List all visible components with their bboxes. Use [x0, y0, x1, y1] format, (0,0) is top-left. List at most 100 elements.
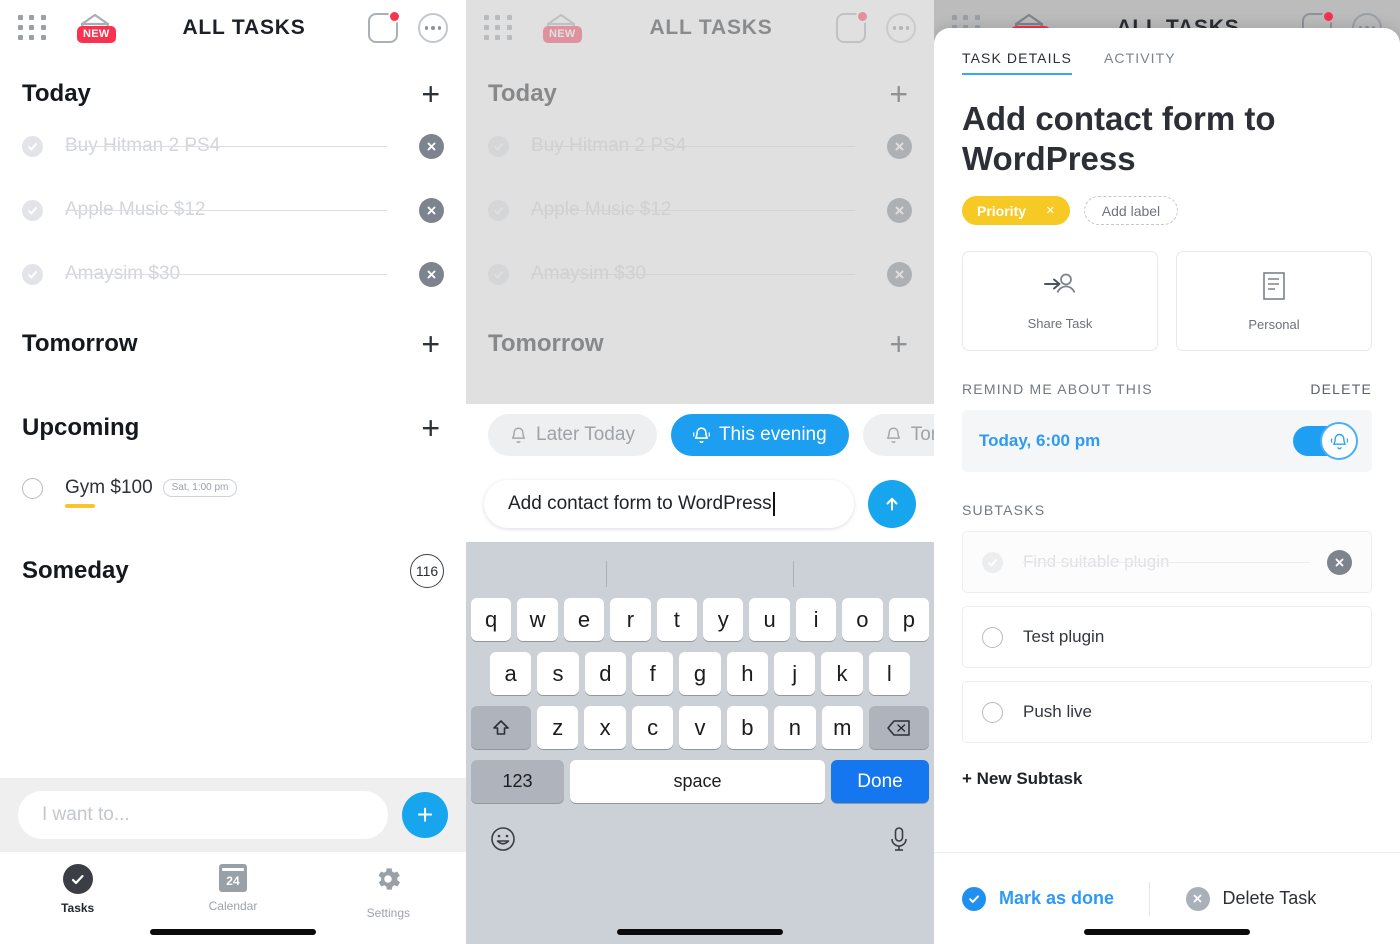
new-subtask-button[interactable]: + New Subtask — [962, 769, 1372, 789]
key-m[interactable]: m — [821, 706, 863, 749]
backspace-icon[interactable] — [868, 706, 930, 749]
key-d[interactable]: d — [584, 652, 626, 695]
task-row[interactable]: Apple Music $12 — [488, 178, 912, 242]
key-t[interactable]: t — [656, 598, 697, 641]
someday-count-badge[interactable]: 116 — [410, 554, 444, 588]
key-k[interactable]: k — [821, 652, 863, 695]
delete-task-button[interactable]: Delete Task — [1150, 886, 1373, 911]
subtask-row[interactable]: Find suitable plugin — [962, 531, 1372, 594]
grid-menu-icon[interactable] — [484, 15, 514, 41]
key-j[interactable]: j — [773, 652, 816, 695]
add-task-tomorrow-button[interactable]: + — [421, 328, 444, 360]
reminder-row[interactable]: Today, 6:00 pm — [962, 410, 1372, 473]
tab-tasks[interactable]: Tasks — [0, 864, 155, 915]
delete-task-button[interactable] — [419, 261, 444, 287]
task-checkbox-checked[interactable] — [22, 199, 43, 221]
task-checkbox-checked[interactable] — [488, 263, 509, 285]
key-e[interactable]: e — [563, 598, 605, 641]
task-checkbox-checked[interactable] — [22, 135, 43, 157]
key-a[interactable]: a — [490, 652, 532, 695]
key-o[interactable]: o — [842, 598, 883, 641]
key-x[interactable]: x — [584, 706, 626, 749]
subtask-row[interactable]: Push live — [962, 681, 1372, 744]
emoji-icon[interactable] — [488, 824, 518, 859]
key-q[interactable]: q — [470, 598, 512, 641]
submit-task-button[interactable] — [868, 480, 916, 528]
key-f[interactable]: f — [632, 652, 674, 695]
basket-icon[interactable]: NEW — [70, 6, 120, 50]
key-g[interactable]: g — [679, 652, 721, 695]
numbers-key[interactable]: 123 — [471, 760, 565, 803]
task-checkbox-unchecked[interactable] — [22, 477, 43, 499]
key-u[interactable]: u — [749, 598, 790, 641]
add-label-button[interactable]: Add label — [1083, 196, 1179, 226]
task-row[interactable]: Buy Hitman 2 PS4 — [22, 114, 444, 178]
delete-subtask-button[interactable] — [1327, 549, 1352, 575]
key-w[interactable]: w — [517, 598, 558, 641]
quick-add-input[interactable]: I want to... — [18, 791, 388, 839]
subtask-checkbox-unchecked[interactable] — [982, 701, 1003, 723]
key-r[interactable]: r — [610, 598, 651, 641]
more-options-icon[interactable] — [418, 13, 448, 43]
notification-square-icon[interactable] — [368, 10, 401, 43]
reminder-chip-this-evening[interactable]: This evening — [670, 414, 849, 456]
project-card[interactable]: Personal — [1176, 251, 1372, 352]
key-y[interactable]: y — [703, 598, 744, 641]
basket-icon[interactable]: NEW — [536, 6, 586, 50]
grid-menu-icon[interactable] — [18, 15, 48, 41]
task-title-input[interactable]: Add contact form to WordPress — [484, 480, 854, 528]
shift-icon[interactable] — [470, 706, 532, 749]
subtask-checkbox-unchecked[interactable] — [982, 626, 1003, 648]
key-s[interactable]: s — [537, 652, 579, 695]
task-checkbox-checked[interactable] — [488, 199, 509, 221]
key-c[interactable]: c — [631, 706, 674, 749]
delete-task-button[interactable] — [887, 197, 912, 223]
delete-task-button[interactable] — [419, 197, 444, 223]
subtask-row[interactable]: Test plugin — [962, 606, 1372, 669]
key-z[interactable]: z — [537, 706, 579, 749]
microphone-icon[interactable] — [886, 824, 912, 859]
tab-settings[interactable]: Settings — [311, 864, 466, 920]
delete-task-button[interactable] — [419, 133, 444, 159]
tab-calendar[interactable]: 24 Calendar — [155, 864, 310, 913]
mark-as-done-button[interactable]: Mark as done — [962, 886, 1149, 911]
tab-task-details[interactable]: TASK DETAILS — [962, 50, 1072, 75]
priority-remove-icon[interactable]: × — [1046, 202, 1055, 219]
reminder-toggle[interactable] — [1293, 422, 1358, 461]
reminder-chip-later-today[interactable]: Later Today — [488, 414, 657, 456]
section-title: Today — [488, 80, 557, 107]
key-h[interactable]: h — [726, 652, 768, 695]
task-row[interactable]: Amaysim $30 — [22, 242, 444, 306]
key-v[interactable]: v — [679, 706, 721, 749]
task-row[interactable]: Amaysim $30 — [488, 242, 912, 306]
priority-chip[interactable]: Priority × — [962, 196, 1070, 226]
subtask-checkbox-checked[interactable] — [982, 551, 1003, 573]
key-i[interactable]: i — [795, 598, 837, 641]
bell-icon — [1320, 422, 1358, 461]
reminder-chip-tomorrow[interactable]: Tomorrow — [862, 414, 934, 456]
add-task-upcoming-button[interactable]: + — [421, 412, 444, 444]
task-row[interactable]: Buy Hitman 2 PS4 — [488, 114, 912, 178]
task-row[interactable]: Gym $100 Sat, 1:00 pm — [22, 456, 444, 520]
key-b[interactable]: b — [726, 706, 769, 749]
add-task-tomorrow-button[interactable]: + — [889, 328, 912, 360]
add-task-today-button[interactable]: + — [889, 78, 912, 110]
key-l[interactable]: l — [868, 652, 910, 695]
delete-task-button[interactable] — [887, 133, 912, 159]
more-options-icon[interactable] — [886, 13, 916, 43]
key-n[interactable]: n — [774, 706, 816, 749]
notification-square-icon[interactable] — [836, 10, 869, 43]
task-checkbox-checked[interactable] — [488, 135, 509, 157]
done-key[interactable]: Done — [830, 760, 929, 803]
add-task-today-button[interactable]: + — [421, 78, 444, 110]
tab-activity[interactable]: ACTIVITY — [1104, 50, 1176, 75]
space-key[interactable]: space — [570, 760, 825, 803]
key-p[interactable]: p — [888, 598, 930, 641]
task-date-chip[interactable]: Sat, 1:00 pm — [162, 479, 238, 497]
add-task-fab[interactable]: + — [402, 792, 448, 838]
task-row[interactable]: Apple Music $12 — [22, 178, 444, 242]
delete-task-button[interactable] — [887, 261, 912, 287]
remind-delete-button[interactable]: DELETE — [1310, 381, 1372, 397]
task-checkbox-checked[interactable] — [22, 263, 43, 285]
share-task-card[interactable]: Share Task — [962, 251, 1158, 352]
